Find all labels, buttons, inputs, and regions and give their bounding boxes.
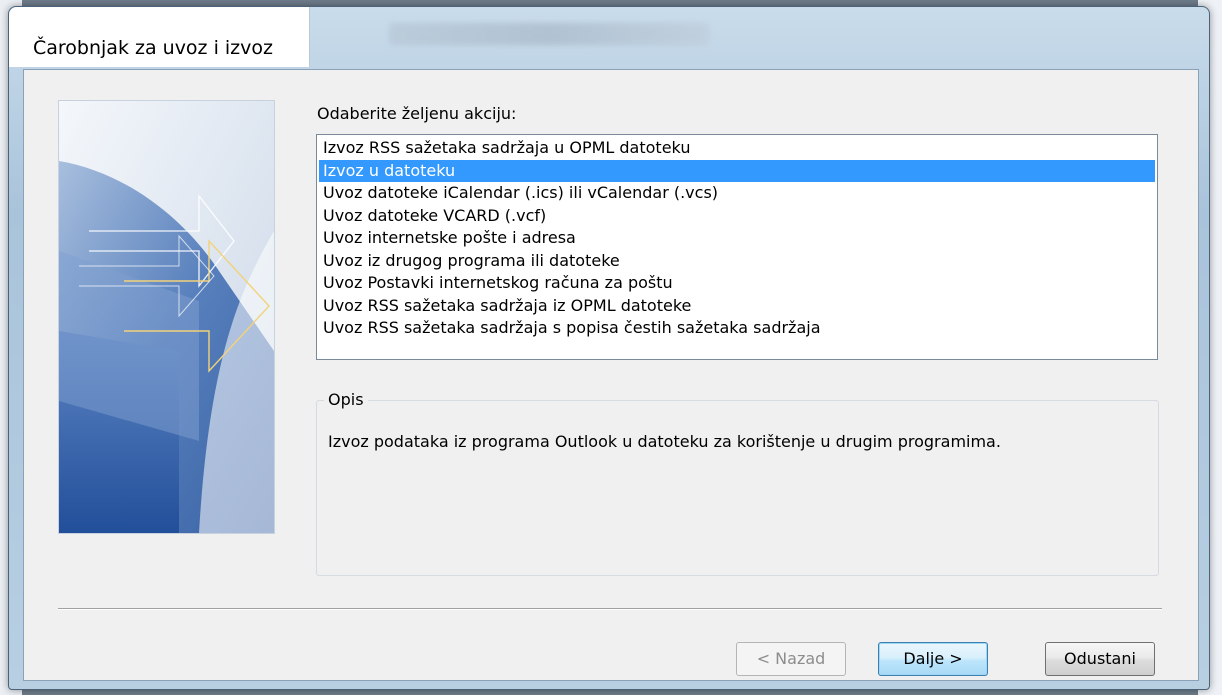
window-title: Čarobnjak za uvoz i izvoz bbox=[33, 37, 273, 59]
list-item[interactable]: Uvoz Postavki internetskog računa za poš… bbox=[319, 272, 1155, 295]
list-item[interactable]: Uvoz iz drugog programa ili datoteke bbox=[319, 250, 1155, 273]
action-prompt-label: Odaberite željenu akciju: bbox=[317, 104, 517, 123]
list-item[interactable]: Uvoz internetske pošte i adresa bbox=[319, 227, 1155, 250]
list-item[interactable]: Uvoz RSS sažetaka sadržaja s popisa čest… bbox=[319, 317, 1155, 340]
list-item-selected[interactable]: Izvoz u datoteku bbox=[319, 159, 1155, 182]
list-item[interactable]: Izvoz RSS sažetaka sadržaja u OPML datot… bbox=[319, 137, 1155, 160]
list-item[interactable]: Uvoz RSS sažetaka sadržaja iz OPML datot… bbox=[319, 295, 1155, 318]
cancel-button[interactable]: Odustani bbox=[1045, 642, 1155, 676]
title-bar-glass bbox=[389, 23, 709, 45]
back-button[interactable]: < Nazad bbox=[736, 642, 846, 676]
list-item[interactable]: Uvoz datoteke iCalendar (.ics) ili vCale… bbox=[319, 182, 1155, 205]
description-legend: Opis bbox=[324, 390, 368, 409]
action-listbox[interactable]: Izvoz RSS sažetaka sadržaja u OPML datot… bbox=[316, 134, 1158, 360]
description-text: Izvoz podataka iz programa Outlook u dat… bbox=[328, 432, 1001, 451]
dialog-client-area: Odaberite željenu akciju: Izvoz RSS saže… bbox=[23, 69, 1199, 681]
button-separator bbox=[58, 608, 1162, 610]
description-group bbox=[316, 400, 1159, 576]
list-item[interactable]: Uvoz datoteke VCARD (.vcf) bbox=[319, 205, 1155, 228]
wizard-dialog: Čarobnjak za uvoz i izvoz Odaberite želj… bbox=[8, 6, 1210, 690]
wizard-illustration bbox=[58, 100, 275, 534]
next-button[interactable]: Dalje > bbox=[878, 642, 988, 676]
